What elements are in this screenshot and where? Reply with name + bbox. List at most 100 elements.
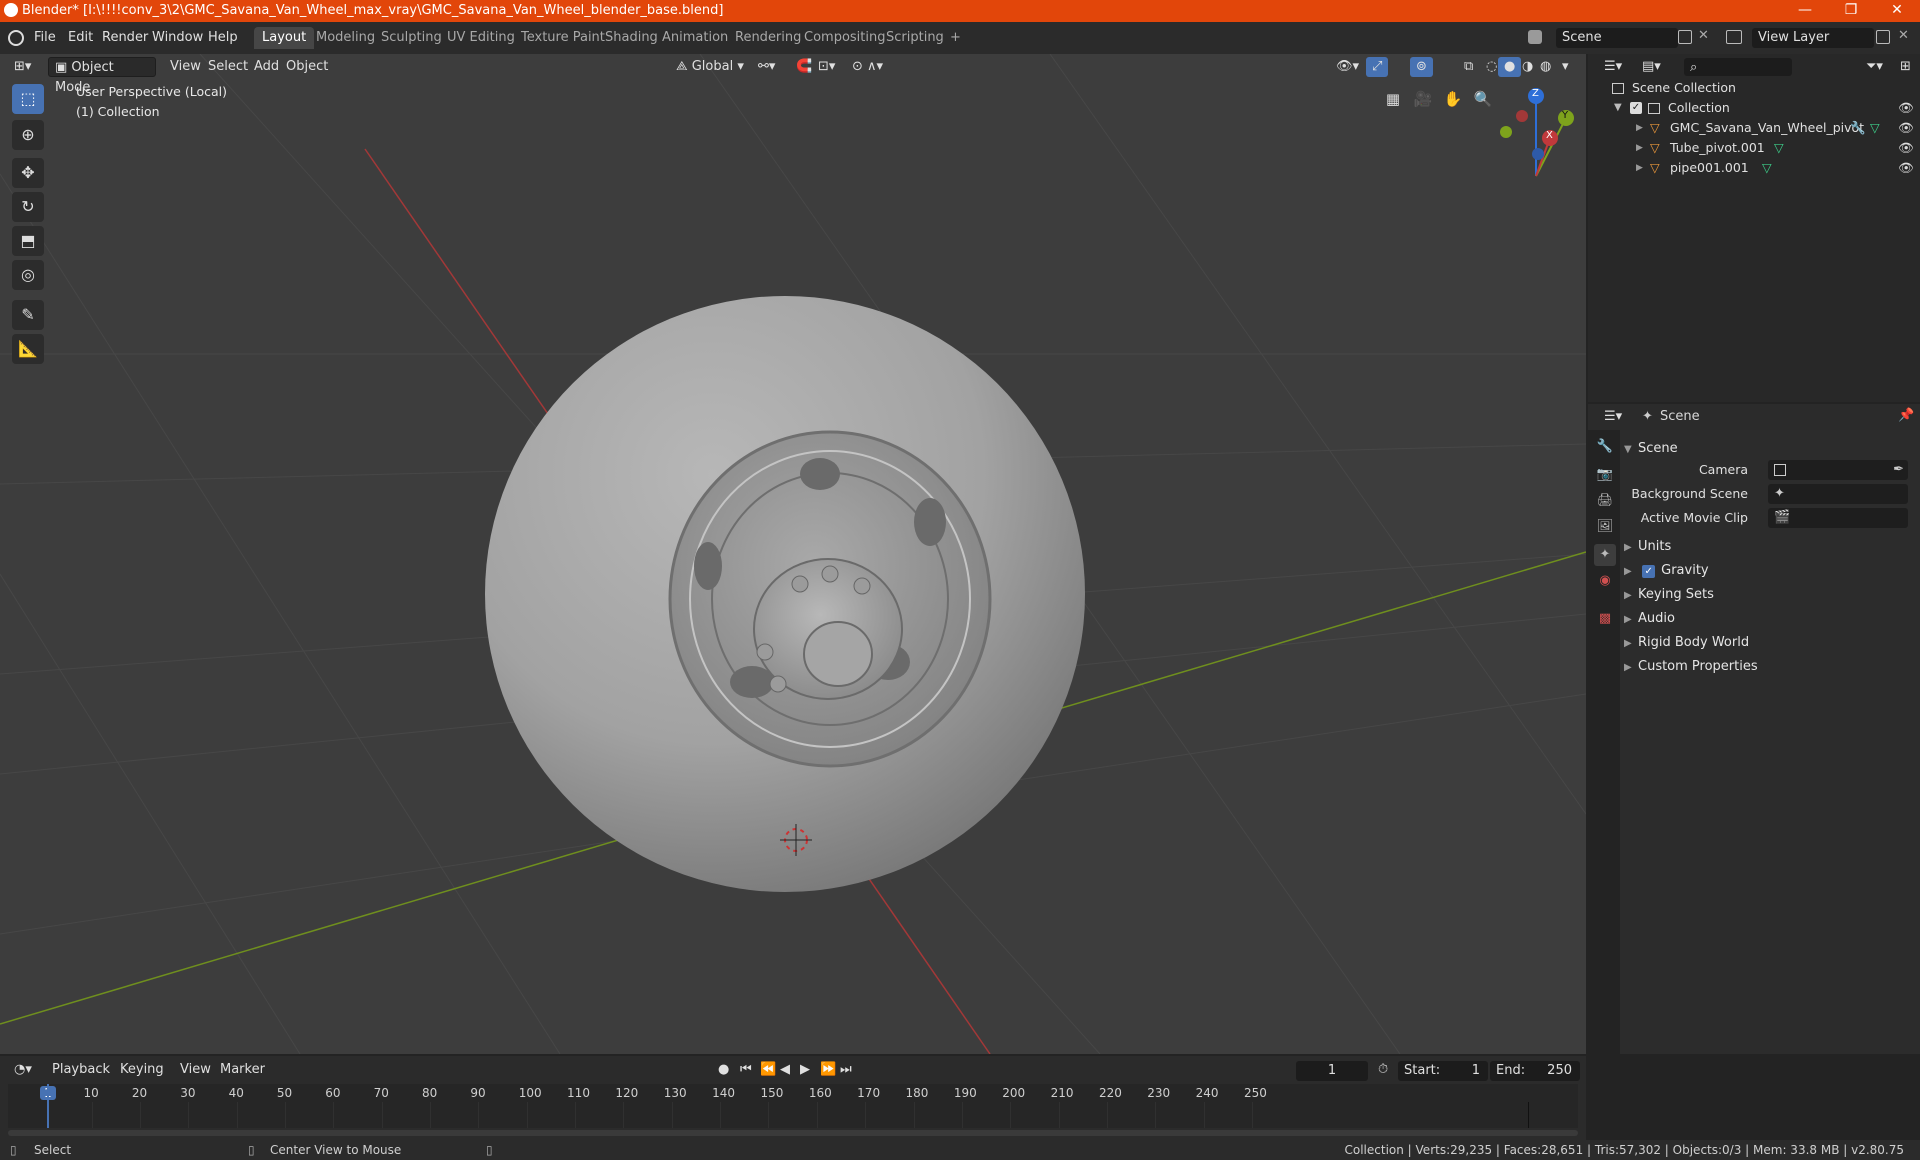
filter-icon[interactable]: ⏷▾ <box>1860 57 1889 77</box>
menu-window[interactable]: Window <box>146 28 209 48</box>
playhead[interactable] <box>47 1084 49 1128</box>
active-movie-clip-field[interactable]: 🎬 <box>1768 508 1908 528</box>
visibility-eye-icon[interactable]: 👁 <box>1898 158 1914 178</box>
world-tab-icon[interactable]: ◉ <box>1594 570 1616 592</box>
wheel-model[interactable] <box>485 296 1085 892</box>
minimize-button[interactable]: — <box>1782 0 1828 22</box>
pin-icon[interactable]: 📌 <box>1898 408 1914 423</box>
expand-arrow-icon[interactable]: ▶ <box>1636 158 1643 178</box>
menu-object[interactable]: Object <box>280 57 334 77</box>
cursor-tool[interactable]: ⊕ <box>12 120 44 150</box>
menu-timeline-view[interactable]: View <box>174 1060 217 1080</box>
menu-view[interactable]: View <box>164 57 207 77</box>
mesh-data-icon[interactable]: ▽ <box>1870 118 1880 138</box>
scene-tab-icon[interactable]: ✦ <box>1594 544 1616 566</box>
visibility-eye-icon[interactable]: 👁 <box>1898 98 1914 118</box>
scene-selector[interactable]: Scene <box>1556 28 1678 48</box>
custom-properties-panel-header[interactable]: ▶ Custom Properties <box>1624 656 1912 678</box>
keying-sets-panel-header[interactable]: ▶ Keying Sets <box>1624 584 1912 606</box>
tab-animation[interactable]: Animation <box>654 27 736 49</box>
overlay-toggle-icon[interactable]: ⊚ <box>1410 57 1433 77</box>
timeline-editor-type-icon[interactable]: ◔▾ <box>8 1060 38 1080</box>
expand-arrow-icon[interactable]: ▼ <box>1614 98 1622 118</box>
orientation-selector[interactable]: ⟁ Global ▾ <box>670 57 750 77</box>
menu-help[interactable]: Help <box>202 28 244 48</box>
transform-tool[interactable]: ◎ <box>12 260 44 290</box>
background-scene-field[interactable]: ✦ <box>1768 484 1908 504</box>
view-layer-tab-icon[interactable]: 🖼 <box>1594 516 1616 538</box>
new-view-layer-icon[interactable] <box>1876 30 1890 44</box>
snap-target-icon[interactable]: ⊡▾ <box>812 57 841 77</box>
new-collection-icon[interactable]: ⊞ <box>1894 57 1917 77</box>
tab-modeling[interactable]: Modeling <box>308 27 383 49</box>
units-panel-header[interactable]: ▶ Units <box>1624 536 1912 558</box>
current-frame-field[interactable]: 1 <box>1296 1061 1368 1081</box>
rendered-shading-icon[interactable]: ◍ <box>1534 57 1557 77</box>
texture-tab-icon[interactable]: ▩ <box>1594 608 1616 630</box>
shading-options-icon[interactable]: ▾ <box>1556 57 1575 77</box>
navigation-gizmo[interactable] <box>1500 88 1574 177</box>
maximize-button[interactable]: ❐ <box>1828 0 1874 22</box>
outliner-editor-type-icon[interactable]: ☰▾ <box>1598 57 1628 77</box>
outliner-row-object[interactable]: ▶ ▽ GMC_Savana_Van_Wheel_pivot 🔧 ▽ 👁 <box>1588 118 1920 138</box>
eyedropper-icon[interactable]: ✒ <box>1893 462 1904 477</box>
play-button[interactable]: ▶ <box>794 1060 816 1080</box>
annotate-tool[interactable]: ✎ <box>12 300 44 330</box>
expand-arrow-icon[interactable]: ▶ <box>1636 138 1643 158</box>
scene-panel-header[interactable]: ▼ Scene <box>1624 438 1912 460</box>
gizmo-toggle-icon[interactable]: ⤢ <box>1366 57 1389 77</box>
outliner-row-scene-collection[interactable]: Scene Collection <box>1588 78 1920 98</box>
move-tool[interactable]: ✥ <box>12 158 44 188</box>
exclude-checkbox[interactable]: ✓ <box>1630 102 1642 114</box>
visibility-icon[interactable]: 👁▾ <box>1330 57 1365 77</box>
scale-tool[interactable]: ⬒ <box>12 226 44 256</box>
audio-panel-header[interactable]: ▶ Audio <box>1624 608 1912 630</box>
select-box-tool[interactable]: ⬚ <box>12 84 44 114</box>
menu-select[interactable]: Select <box>202 57 254 77</box>
menu-marker[interactable]: Marker <box>214 1060 271 1080</box>
mesh-data-icon[interactable]: ▽ <box>1762 158 1772 178</box>
menu-edit[interactable]: Edit <box>62 28 99 48</box>
zoom-view-icon[interactable]: 🔍 <box>1470 86 1496 112</box>
visibility-eye-icon[interactable]: 👁 <box>1898 138 1914 158</box>
tab-uv-editing[interactable]: UV Editing <box>439 27 523 49</box>
outliner-search-input[interactable]: ⌕ <box>1684 58 1792 76</box>
display-mode-icon[interactable]: ▤▾ <box>1636 57 1667 77</box>
jump-end-button[interactable]: ⏭ <box>834 1060 858 1080</box>
render-tab-icon[interactable]: 📷 <box>1594 464 1616 486</box>
rotate-tool[interactable]: ↻ <box>12 192 44 222</box>
output-tab-icon[interactable]: 🖨 <box>1594 490 1616 512</box>
viewport-scene[interactable] <box>0 54 1586 1054</box>
tab-layout[interactable]: Layout <box>254 27 315 49</box>
play-reverse-button[interactable]: ◀ <box>774 1060 796 1080</box>
new-scene-icon[interactable] <box>1678 30 1692 44</box>
view-layer-selector[interactable]: View Layer <box>1752 28 1874 48</box>
camera-field[interactable]: ✒ <box>1768 460 1908 480</box>
menu-playback[interactable]: Playback <box>46 1060 116 1080</box>
record-button[interactable]: ● <box>712 1060 735 1080</box>
outliner-row-object[interactable]: ▶ ▽ pipe001.001 ▽ 👁 <box>1588 158 1920 178</box>
gravity-checkbox[interactable]: ✓ <box>1642 565 1656 578</box>
gravity-panel-header[interactable]: ▶ ✓ Gravity <box>1624 560 1912 582</box>
start-frame-field[interactable]: Start: 1 <box>1398 1061 1488 1081</box>
rigid-body-world-panel-header[interactable]: ▶ Rigid Body World <box>1624 632 1912 654</box>
menu-keying[interactable]: Keying <box>114 1060 170 1080</box>
delete-view-layer-icon[interactable]: ✕ <box>1898 28 1909 43</box>
add-workspace-button[interactable]: + <box>942 27 969 49</box>
tab-scripting[interactable]: Scripting <box>878 27 952 49</box>
editor-type-icon[interactable]: ⊞▾ <box>8 57 37 77</box>
menu-file[interactable]: File <box>28 28 62 48</box>
outliner-row-object[interactable]: ▶ ▽ Tube_pivot.001 ▽ 👁 <box>1588 138 1920 158</box>
xray-toggle-icon[interactable]: ⧉ <box>1458 57 1479 77</box>
visibility-eye-icon[interactable]: 👁 <box>1898 118 1914 138</box>
expand-arrow-icon[interactable]: ▶ <box>1636 118 1643 138</box>
pivot-icon[interactable]: ⚯▾ <box>752 57 781 77</box>
mode-selector[interactable]: ▣ Object Mode <box>48 57 156 95</box>
outliner-row-collection[interactable]: ▼ ✓ Collection 👁 <box>1588 98 1920 118</box>
tool-tab-icon[interactable]: 🔧 <box>1594 436 1616 458</box>
camera-view-icon[interactable]: 🎥 <box>1410 86 1436 112</box>
properties-editor-type-icon[interactable]: ☰▾ <box>1598 407 1628 427</box>
3d-viewport[interactable]: Z Y X User Perspective (Local) (1) Colle… <box>0 54 1586 1054</box>
blender-menu-icon[interactable] <box>8 30 24 46</box>
toggle-view-icon[interactable]: ▦ <box>1380 86 1406 112</box>
